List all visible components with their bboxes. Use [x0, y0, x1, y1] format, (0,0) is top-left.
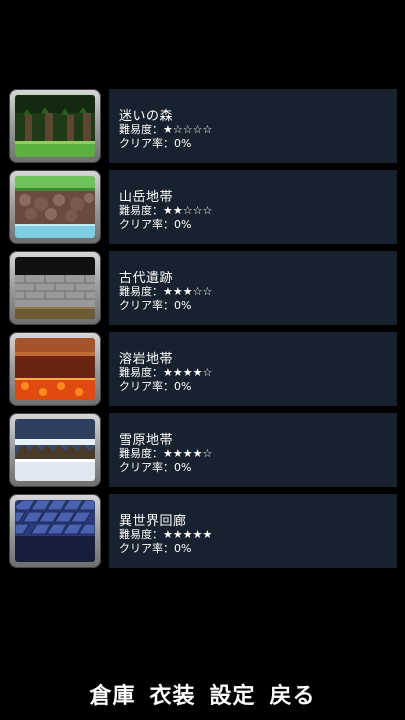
stage-info-panel: 古代遺跡 難易度：★★★☆☆ クリア率：0% [109, 251, 397, 325]
stage-info-panel: 山岳地帯 難易度：★★☆☆☆ クリア率：0% [109, 170, 397, 244]
stage-thumbnail-frame [9, 494, 101, 568]
stage-clear-rate: クリア率：0% [119, 218, 192, 231]
stage-row-lava[interactable]: 溶岩地帯 難易度：★★★★☆ クリア率：0% [9, 332, 397, 408]
stage-clear-rate: クリア率：0% [119, 137, 192, 150]
stage-info-panel: 迷いの森 難易度：★☆☆☆☆ クリア率：0% [109, 89, 397, 163]
stage-info-panel: 雪原地帯 難易度：★★★★☆ クリア率：0% [109, 413, 397, 487]
stage-thumbnail-frame [9, 251, 101, 325]
stage-clear-rate: クリア率：0% [119, 299, 192, 312]
stage-thumbnail-frame [9, 89, 101, 163]
stage-clear-rate: クリア率：0% [119, 461, 192, 474]
stage-row-otherworld[interactable]: 異世界回廊 難易度：★★★★★ クリア率：0% [9, 494, 397, 570]
snowfield-thumbnail-icon [15, 419, 95, 481]
otherworld-thumbnail-icon [15, 500, 95, 562]
stage-row-mountain[interactable]: 山岳地帯 難易度：★★☆☆☆ クリア率：0% [9, 170, 397, 246]
forest-thumbnail-icon [15, 95, 95, 157]
stage-clear-rate: クリア率：0% [119, 380, 192, 393]
stage-row-ruins[interactable]: 古代遺跡 難易度：★★★☆☆ クリア率：0% [9, 251, 397, 327]
settings-button[interactable]: 設定 [210, 678, 256, 710]
stage-thumbnail-frame [9, 413, 101, 487]
stage-clear-rate: クリア率：0% [119, 542, 192, 555]
stage-thumbnail-frame [9, 170, 101, 244]
stage-info-panel: 溶岩地帯 難易度：★★★★☆ クリア率：0% [109, 332, 397, 406]
lava-thumbnail-icon [15, 338, 95, 400]
stage-thumbnail-frame [9, 332, 101, 406]
stage-row-snowfield[interactable]: 雪原地帯 難易度：★★★★☆ クリア率：0% [9, 413, 397, 489]
back-button[interactable]: 戻る [270, 678, 316, 710]
costume-button[interactable]: 衣装 [149, 678, 195, 710]
mountain-thumbnail-icon [15, 176, 95, 238]
stage-row-forest[interactable]: 迷いの森 難易度：★☆☆☆☆ クリア率：0% [9, 89, 397, 165]
storage-button[interactable]: 倉庫 [89, 678, 135, 710]
bottom-menu: 倉庫 衣装 設定 戻る [0, 668, 405, 720]
stage-info-panel: 異世界回廊 難易度：★★★★★ クリア率：0% [109, 494, 397, 568]
ruins-thumbnail-icon [15, 257, 95, 319]
